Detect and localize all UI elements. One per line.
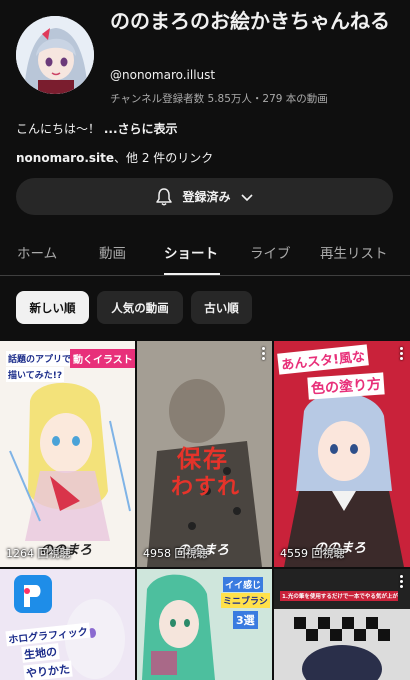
short-caption: 1.光の筆を使用するだけで一本でやる気が上がるブラシ — [280, 591, 398, 601]
channel-stats: チャンネル登録者数 5.85万人・279 本の動画 — [110, 93, 328, 105]
tab-live[interactable]: ライブ — [250, 242, 291, 262]
active-tab-indicator — [164, 273, 220, 275]
more-options-icon[interactable] — [258, 347, 268, 362]
show-more-link[interactable]: ...さらに表示 — [104, 122, 178, 136]
short-caption: イイ感じ — [223, 577, 264, 592]
description-text: こんにちは〜！ — [16, 122, 101, 136]
channel-links[interactable]: nonomaro.site、他 2 件のリンク — [16, 149, 213, 166]
short-thumbnail[interactable]: イイ感じ ミニブラシ 3選 — [137, 569, 272, 680]
tab-videos[interactable]: 動画 — [99, 242, 126, 262]
channel-tabs: ホーム 動画 ショート ライブ 再生リスト — [0, 232, 410, 276]
channel-title: ののまろのお絵かきちゃんねる — [110, 9, 390, 33]
subscribe-label: 登録済み — [182, 190, 231, 204]
site-link[interactable]: nonomaro.site — [16, 151, 114, 165]
short-thumbnail[interactable]: 話題のアプリで 描いてみた!? 動くイラスト ののまろ 1264 回視聴 — [0, 341, 135, 567]
short-caption: 話題のアプリで — [6, 351, 74, 366]
short-caption: ミニブラシ — [221, 593, 270, 608]
short-caption: 3選 — [233, 611, 258, 629]
short-thumbnail[interactable]: ホログラフィック 生地の やりかた — [0, 569, 135, 680]
bell-icon — [154, 187, 174, 207]
short-views: 4559 回視聴 — [280, 547, 345, 560]
other-links[interactable]: 、他 2 件のリンク — [114, 151, 213, 165]
tab-shorts[interactable]: ショート — [164, 242, 218, 262]
short-views: 1264 回視聴 — [6, 547, 71, 560]
chip-oldest[interactable]: 古い順 — [191, 291, 252, 324]
short-thumbnail[interactable]: 保存 わすれ ののまろ 4958 回視聴 — [137, 341, 272, 567]
chevron-down-icon — [239, 189, 255, 205]
channel-description[interactable]: こんにちは〜！ ...さらに表示 — [16, 120, 178, 137]
tab-playlists[interactable]: 再生リスト — [320, 242, 388, 262]
channel-avatar[interactable] — [16, 16, 94, 94]
short-caption: 描いてみた!? — [6, 367, 65, 382]
chip-popular[interactable]: 人気の動画 — [97, 291, 183, 324]
chip-newest[interactable]: 新しい順 — [16, 291, 89, 324]
subscribe-button[interactable]: 登録済み — [16, 178, 393, 215]
short-thumbnail[interactable]: 1.光の筆を使用するだけで一本でやる気が上がるブラシ — [274, 569, 410, 680]
more-options-icon[interactable] — [396, 575, 406, 590]
tab-home[interactable]: ホーム — [17, 242, 57, 262]
short-caption: 動くイラスト — [70, 349, 135, 368]
channel-handle: @nonomaro.illust — [110, 68, 216, 82]
more-options-icon[interactable] — [396, 347, 406, 362]
short-caption: わすれ — [171, 475, 241, 500]
short-thumbnail[interactable]: あんスタ!風な 色の塗り方 ののまろ 4559 回視聴 — [274, 341, 410, 567]
short-views: 4958 回視聴 — [143, 547, 208, 560]
